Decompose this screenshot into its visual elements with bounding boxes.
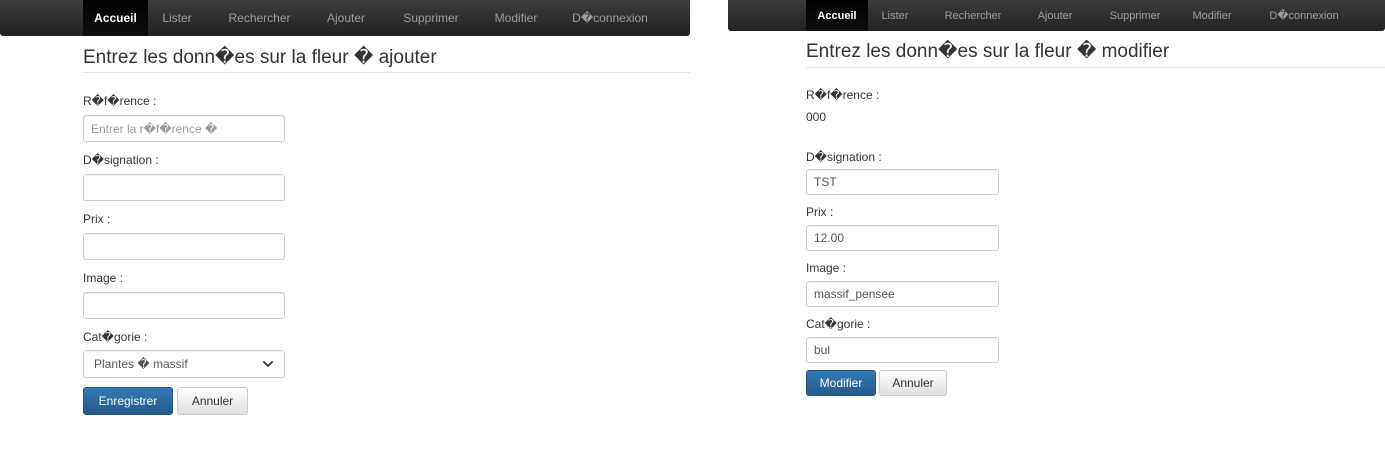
- nav-item-accueil[interactable]: Accueil: [83, 0, 148, 36]
- categorie-label: Cat�gorie :: [83, 330, 148, 344]
- prix-input[interactable]: [83, 233, 285, 260]
- categorie-label: Cat�gorie :: [806, 317, 871, 331]
- navbar-right: Accueil Lister Rechercher Ajouter Suppri…: [728, 0, 1385, 31]
- nav-item-lister[interactable]: Lister: [150, 0, 204, 36]
- designation-input[interactable]: [83, 174, 285, 201]
- categorie-select[interactable]: Plantes � massif: [83, 350, 285, 378]
- nav-item-supprimer[interactable]: Supprimer: [390, 0, 472, 36]
- nav-item-deconnexion[interactable]: D�connexion: [1256, 0, 1352, 31]
- prix-label: Prix :: [806, 205, 834, 219]
- nav-item-modifier[interactable]: Modifier: [482, 0, 550, 36]
- prix-input[interactable]: [806, 225, 999, 251]
- reference-input[interactable]: [83, 115, 285, 142]
- nav-item-supprimer[interactable]: Supprimer: [1098, 0, 1172, 31]
- designation-input[interactable]: [806, 169, 999, 195]
- nav-item-deconnexion[interactable]: D�connexion: [560, 0, 660, 36]
- page-title: Entrez les donn�es sur la fleur � modifi…: [806, 41, 1170, 62]
- image-input[interactable]: [83, 292, 285, 319]
- chevron-down-icon: [262, 358, 274, 370]
- save-button[interactable]: Enregistrer: [83, 387, 173, 415]
- modify-button[interactable]: Modifier: [806, 370, 876, 396]
- nav-item-ajouter[interactable]: Ajouter: [1024, 0, 1086, 31]
- reference-label: R�f�rence :: [806, 88, 880, 102]
- categorie-selected-value: Plantes � massif: [94, 357, 188, 371]
- nav-item-modifier[interactable]: Modifier: [1183, 0, 1241, 31]
- nav-item-accueil[interactable]: Accueil: [806, 0, 868, 31]
- image-input[interactable]: [806, 281, 999, 307]
- title-divider: [83, 72, 690, 73]
- categorie-input[interactable]: [806, 337, 999, 363]
- page-title: Entrez les donn�es sur la fleur � ajoute…: [83, 47, 437, 68]
- image-label: Image :: [83, 271, 124, 285]
- cancel-button[interactable]: Annuler: [177, 387, 248, 415]
- reference-value: 000: [806, 110, 827, 124]
- designation-label: D�signation :: [806, 150, 882, 164]
- cancel-button[interactable]: Annuler: [879, 370, 947, 396]
- navbar-left: Accueil Lister Rechercher Ajouter Suppri…: [0, 0, 690, 36]
- reference-label: R�f�rence :: [83, 94, 157, 108]
- nav-item-lister[interactable]: Lister: [870, 0, 920, 31]
- nav-item-ajouter[interactable]: Ajouter: [314, 0, 378, 36]
- designation-label: D�signation :: [83, 153, 159, 167]
- image-label: Image :: [806, 261, 847, 275]
- prix-label: Prix :: [83, 212, 111, 226]
- nav-item-rechercher[interactable]: Rechercher: [933, 0, 1013, 31]
- nav-item-rechercher[interactable]: Rechercher: [216, 0, 303, 36]
- title-divider: [806, 67, 1385, 68]
